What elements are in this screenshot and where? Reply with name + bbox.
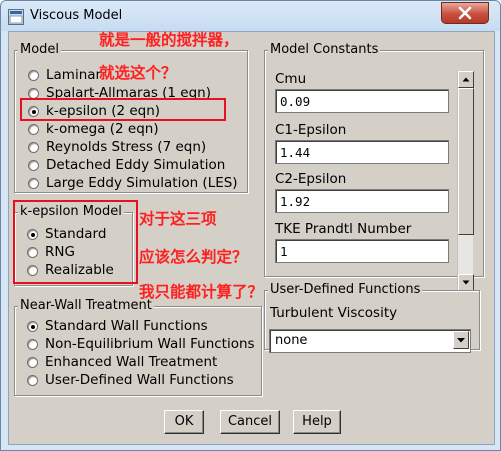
annotation-line-1: 就是一般的搅拌器， [99, 31, 239, 49]
cancel-button[interactable]: Cancel [220, 410, 280, 434]
dropdown-button[interactable] [453, 331, 469, 349]
highlight-k-epsilon-option [20, 98, 226, 121]
scroll-thumb[interactable] [458, 88, 474, 235]
arrow-up-icon [462, 77, 470, 82]
turbulent-viscosity-label: Turbulent Viscosity [270, 305, 398, 321]
cmu-field[interactable] [275, 89, 449, 113]
radio-indicator [28, 160, 39, 171]
radio-indicator [27, 357, 38, 368]
scroll-down-button[interactable] [458, 274, 474, 291]
turbulent-viscosity-select[interactable]: none [269, 329, 471, 353]
annotation-line-5: 我只能都计算了？ [139, 283, 264, 301]
tke-prandtl-input[interactable] [276, 241, 440, 261]
c2-epsilon-label: C2-Epsilon [275, 171, 347, 187]
tke-prandtl-field[interactable] [275, 239, 449, 263]
radio-indicator [28, 142, 39, 153]
window-title: Viscous Model [30, 8, 123, 23]
c1-epsilon-field[interactable] [275, 140, 449, 164]
arrow-down-icon [462, 280, 470, 285]
annotation-line-2: 就选这个？ [99, 64, 177, 82]
help-button[interactable]: Help [293, 410, 341, 434]
c2-epsilon-input[interactable] [276, 191, 440, 211]
scroll-up-button[interactable] [458, 71, 474, 88]
cmu-input[interactable] [276, 91, 440, 111]
app-icon [8, 9, 24, 25]
near-wall-treatment-label: Near-Wall Treatment [18, 298, 154, 313]
annotation-line-3: 对于这三项 [139, 210, 217, 228]
model-group-label: Model [18, 42, 62, 57]
c2-epsilon-field[interactable] [275, 189, 449, 213]
viscous-model-window: Viscous Model Model Laminar Spalart-Allm… [0, 0, 501, 451]
c1-epsilon-label: C1-Epsilon [275, 122, 347, 138]
user-defined-functions-group: User-Defined Functions Turbulent Viscosi… [264, 282, 480, 353]
annotation-line-4: 应该怎么判定？ [139, 248, 248, 266]
title-bar[interactable]: Viscous Model [1, 1, 500, 31]
radio-indicator-selected [27, 321, 38, 332]
model-constants-label: Model Constants [268, 42, 381, 57]
turbulent-viscosity-value: none [275, 333, 308, 348]
constants-scrollbar[interactable] [457, 71, 474, 291]
chevron-down-icon [457, 338, 465, 343]
cmu-label: Cmu [275, 71, 307, 87]
near-wall-treatment-group: Near-Wall Treatment Standard Wall Functi… [14, 298, 262, 396]
radio-indicator [27, 375, 38, 386]
c1-epsilon-input[interactable] [276, 142, 440, 162]
close-button[interactable] [441, 2, 489, 24]
highlight-k-epsilon-model-group [13, 200, 138, 284]
user-defined-functions-label: User-Defined Functions [268, 282, 423, 297]
close-icon [458, 6, 472, 20]
ok-button[interactable]: OK [164, 410, 204, 434]
radio-indicator [28, 124, 39, 135]
radio-indicator [28, 70, 39, 81]
tke-prandtl-label: TKE Prandtl Number [275, 221, 412, 237]
radio-indicator [27, 339, 38, 350]
model-constants-group: Model Constants Cmu C1-Epsilon C2-Epsilo… [264, 42, 484, 291]
radio-indicator [28, 178, 39, 189]
